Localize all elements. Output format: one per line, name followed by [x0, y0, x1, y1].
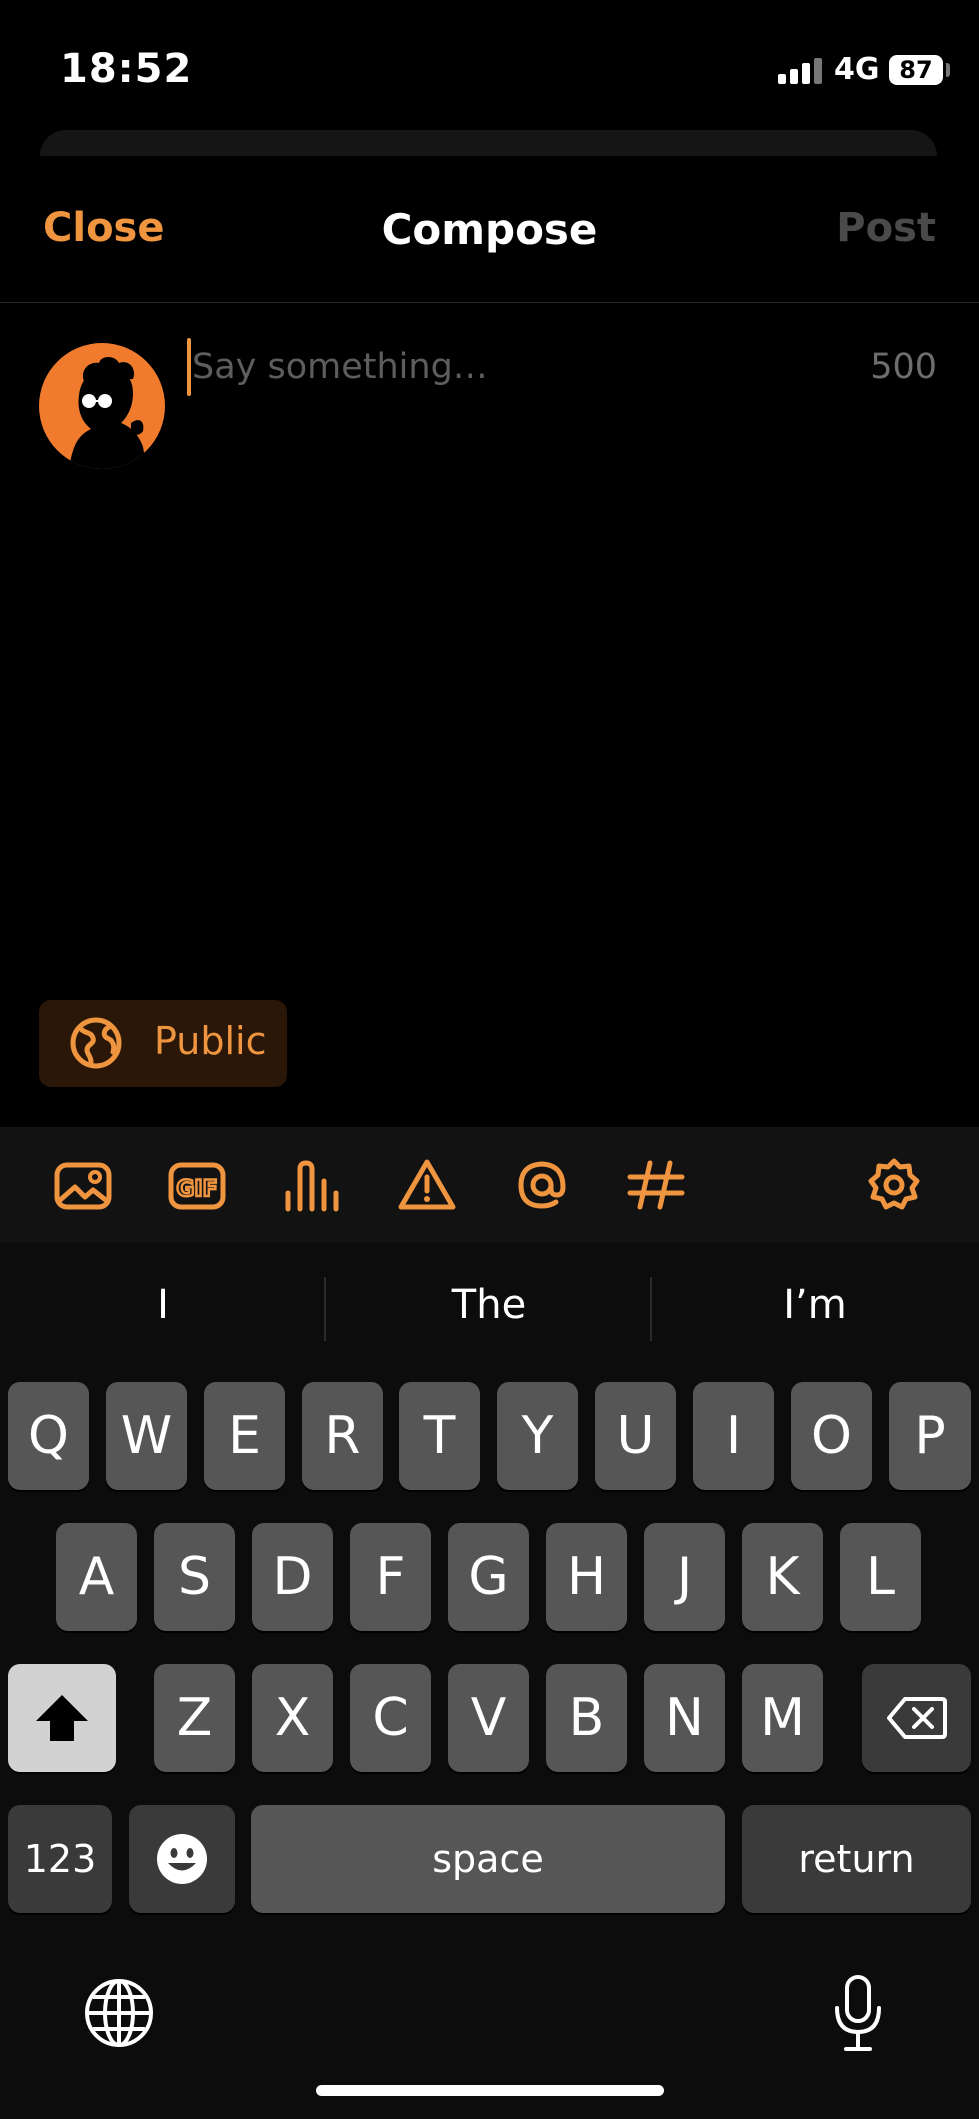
- globe-keyboard-icon[interactable]: [83, 1977, 155, 2049]
- close-button[interactable]: Close: [43, 205, 164, 251]
- key-w[interactable]: W: [106, 1382, 187, 1490]
- key-g[interactable]: G: [448, 1523, 529, 1631]
- sheet-backdrop-edge: [40, 130, 937, 156]
- key-o[interactable]: O: [791, 1382, 872, 1490]
- warning-icon[interactable]: [397, 1157, 457, 1213]
- key-u[interactable]: U: [595, 1382, 676, 1490]
- key-i[interactable]: I: [693, 1382, 774, 1490]
- prediction-item[interactable]: I’m: [652, 1282, 978, 1328]
- key-l[interactable]: L: [840, 1523, 921, 1631]
- keyboard: I The I’m Q W E R T Y U I O P A S D F G …: [0, 1242, 979, 2119]
- key-p[interactable]: P: [889, 1382, 971, 1490]
- visibility-label: Public: [154, 1019, 267, 1063]
- hashtag-icon[interactable]: [626, 1157, 686, 1213]
- key-r[interactable]: R: [302, 1382, 383, 1490]
- key-e[interactable]: E: [204, 1382, 285, 1490]
- status-time: 18:52: [60, 46, 193, 92]
- avatar-silhouette-icon: [69, 357, 147, 469]
- text-cursor: [187, 338, 191, 396]
- image-icon[interactable]: [53, 1157, 113, 1213]
- compose-toolbar: GIF: [0, 1127, 979, 1242]
- key-n[interactable]: N: [644, 1664, 725, 1772]
- post-button[interactable]: Post: [836, 205, 936, 251]
- visibility-button[interactable]: Public: [39, 1000, 287, 1087]
- emoji-key[interactable]: [129, 1805, 235, 1913]
- prediction-item[interactable]: I: [0, 1282, 326, 1328]
- key-b[interactable]: B: [546, 1664, 627, 1772]
- poll-icon[interactable]: [282, 1157, 342, 1213]
- settings-icon[interactable]: [864, 1157, 924, 1213]
- key-z[interactable]: Z: [154, 1664, 235, 1772]
- shift-arrow-icon: [36, 1695, 88, 1741]
- nav-divider: [0, 302, 979, 303]
- battery-tip: [946, 63, 950, 77]
- shift-key[interactable]: [8, 1664, 116, 1772]
- mention-icon[interactable]: [512, 1157, 572, 1213]
- key-v[interactable]: V: [448, 1664, 529, 1772]
- delete-key[interactable]: [862, 1664, 971, 1772]
- key-s[interactable]: S: [154, 1523, 235, 1631]
- network-type: 4G: [834, 52, 880, 87]
- cellular-signal-icon: [778, 58, 822, 84]
- return-key[interactable]: return: [742, 1805, 971, 1913]
- key-h[interactable]: H: [546, 1523, 627, 1631]
- battery-level: 87: [889, 55, 943, 85]
- emoji-icon: [157, 1834, 207, 1884]
- compose-input[interactable]: Say something…: [192, 347, 488, 387]
- key-f[interactable]: F: [350, 1523, 431, 1631]
- globe-icon: [70, 1017, 122, 1069]
- key-d[interactable]: D: [252, 1523, 333, 1631]
- key-a[interactable]: A: [56, 1523, 137, 1631]
- space-key[interactable]: space: [251, 1805, 725, 1913]
- key-y[interactable]: Y: [497, 1382, 578, 1490]
- home-indicator[interactable]: [316, 2085, 664, 2096]
- character-counter: 500: [870, 347, 937, 387]
- key-t[interactable]: T: [399, 1382, 480, 1490]
- key-x[interactable]: X: [252, 1664, 333, 1772]
- numbers-key[interactable]: 123: [8, 1805, 112, 1913]
- avatar[interactable]: [39, 343, 165, 469]
- backspace-icon: [886, 1697, 947, 1739]
- key-j[interactable]: J: [644, 1523, 725, 1631]
- gif-icon[interactable]: GIF: [167, 1157, 227, 1213]
- key-m[interactable]: M: [742, 1664, 823, 1772]
- svg-text:GIF: GIF: [176, 1177, 217, 1202]
- prediction-item[interactable]: The: [326, 1282, 652, 1328]
- microphone-icon[interactable]: [832, 1974, 884, 2054]
- key-k[interactable]: K: [742, 1523, 823, 1631]
- key-q[interactable]: Q: [8, 1382, 89, 1490]
- key-c[interactable]: C: [350, 1664, 431, 1772]
